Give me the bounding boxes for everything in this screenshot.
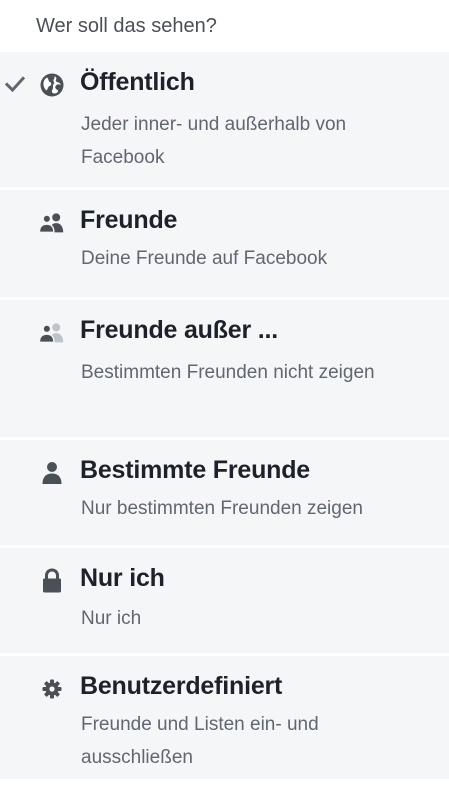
globe-icon — [38, 72, 66, 98]
checkmark-icon — [4, 72, 26, 96]
audience-option-title: Nur ich — [80, 564, 165, 592]
audience-option-custom[interactable]: Benutzerdefiniert Freunde und Listen ein… — [0, 656, 449, 782]
audience-option-description: Bestimmten Freunden nicht zeigen — [81, 362, 375, 383]
friends-icon — [38, 210, 66, 236]
audience-option-friends[interactable]: Freunde Deine Freunde auf Facebook — [0, 190, 449, 300]
audience-option-title: Freunde außer ... — [80, 316, 279, 344]
audience-option-only-me[interactable]: Nur ich Nur ich — [0, 548, 449, 656]
audience-option-description: Jeder inner- und außerhalb von Facebook — [81, 114, 347, 168]
audience-options-list: Öffentlich Jeder inner- und außerhalb vo… — [0, 52, 449, 782]
lock-icon — [38, 568, 66, 594]
audience-option-description: Nur ich — [81, 608, 142, 629]
audience-selector-header: Wer soll das sehen? — [0, 0, 449, 52]
audience-option-specific-friends[interactable]: Bestimmte Freunde Nur bestimmten Freunde… — [0, 440, 449, 548]
audience-option-description: Nur bestimmten Freunden zeigen — [81, 498, 363, 519]
audience-option-friends-except[interactable]: Freunde außer ... Bestimmten Freunden ni… — [0, 300, 449, 440]
gear-icon — [38, 676, 66, 702]
audience-option-title: Bestimmte Freunde — [80, 456, 310, 484]
audience-selector-title: Wer soll das sehen? — [36, 14, 217, 37]
audience-option-description: Freunde und Listen ein- und ausschließen — [81, 714, 319, 768]
audience-option-public[interactable]: Öffentlich Jeder inner- und außerhalb vo… — [0, 52, 449, 190]
audience-option-title: Benutzerdefiniert — [80, 672, 283, 700]
audience-option-title: Freunde — [80, 206, 178, 234]
audience-option-description: Deine Freunde auf Facebook — [81, 248, 328, 269]
friends-except-icon — [38, 320, 66, 346]
person-icon — [38, 460, 66, 486]
audience-option-title: Öffentlich — [80, 68, 195, 96]
